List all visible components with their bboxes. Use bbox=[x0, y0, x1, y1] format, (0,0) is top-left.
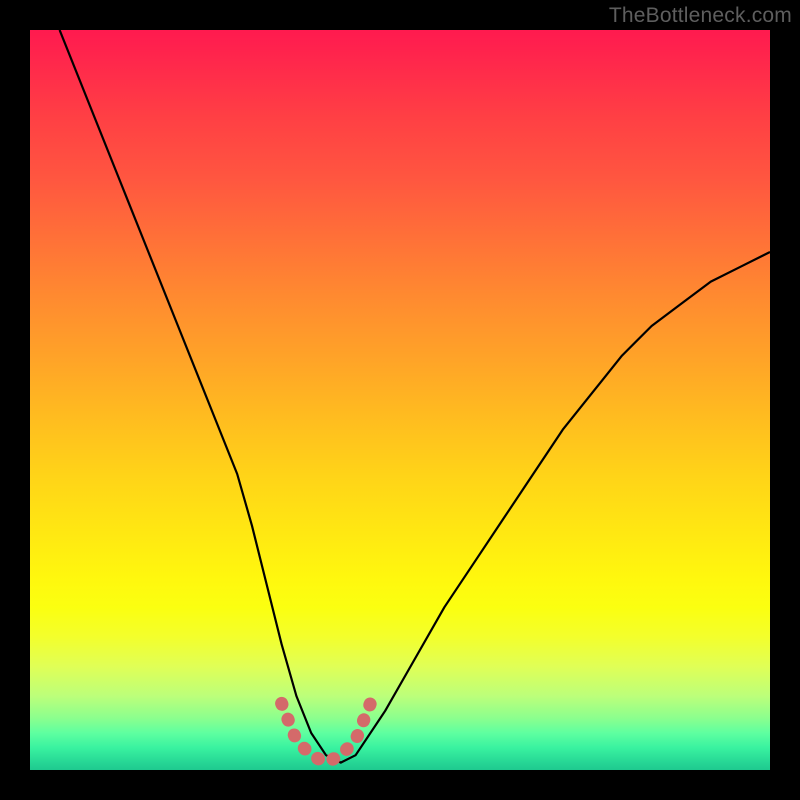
chart-frame: TheBottleneck.com bbox=[0, 0, 800, 800]
chart-svg bbox=[30, 30, 770, 770]
bottleneck-curve bbox=[60, 30, 770, 763]
plot-area bbox=[30, 30, 770, 770]
watermark-text: TheBottleneck.com bbox=[609, 4, 792, 28]
